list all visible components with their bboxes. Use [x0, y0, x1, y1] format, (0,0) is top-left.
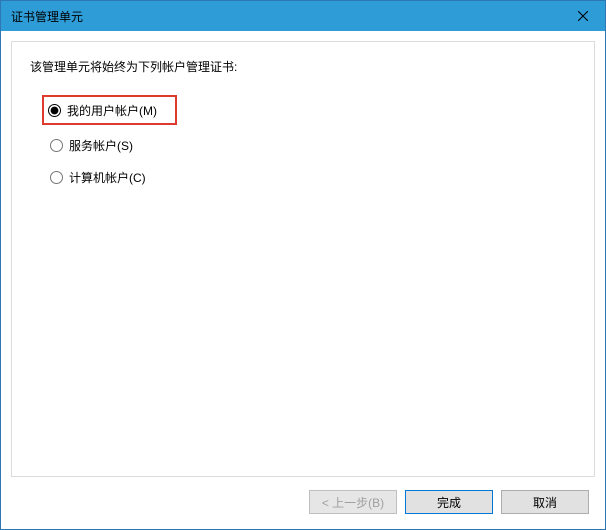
radio-service-account[interactable]: 服务帐户(S)	[46, 135, 576, 155]
radio-label-my-user: 我的用户帐户(M)	[67, 102, 157, 119]
titlebar: 证书管理单元	[1, 1, 605, 31]
radio-label-computer: 计算机帐户(C)	[69, 169, 146, 186]
back-button: < 上一步(B)	[309, 490, 397, 514]
radio-computer-account[interactable]: 计算机帐户(C)	[46, 167, 576, 187]
radio-input-service[interactable]	[50, 139, 63, 152]
finish-button[interactable]: 完成	[405, 490, 493, 514]
content-panel: 该管理单元将始终为下列帐户管理证书: 我的用户帐户(M) 服务帐户(S) 计算机…	[11, 41, 595, 477]
close-button[interactable]	[560, 1, 605, 31]
cancel-button[interactable]: 取消	[501, 490, 589, 514]
content-outer: 该管理单元将始终为下列帐户管理证书: 我的用户帐户(M) 服务帐户(S) 计算机…	[1, 31, 605, 529]
radio-my-user-account[interactable]: 我的用户帐户(M)	[42, 95, 177, 125]
window-title: 证书管理单元	[11, 8, 83, 25]
radio-input-my-user[interactable]	[48, 104, 61, 117]
radio-input-computer[interactable]	[50, 171, 63, 184]
dialog-window: 证书管理单元 该管理单元将始终为下列帐户管理证书: 我的用户帐户(M) 服务帐户…	[0, 0, 606, 530]
button-bar: < 上一步(B) 完成 取消	[11, 477, 595, 519]
radio-label-service: 服务帐户(S)	[69, 137, 133, 154]
close-icon	[578, 11, 588, 21]
account-radio-group: 我的用户帐户(M) 服务帐户(S) 计算机帐户(C)	[30, 95, 576, 187]
instruction-text: 该管理单元将始终为下列帐户管理证书:	[30, 58, 576, 75]
